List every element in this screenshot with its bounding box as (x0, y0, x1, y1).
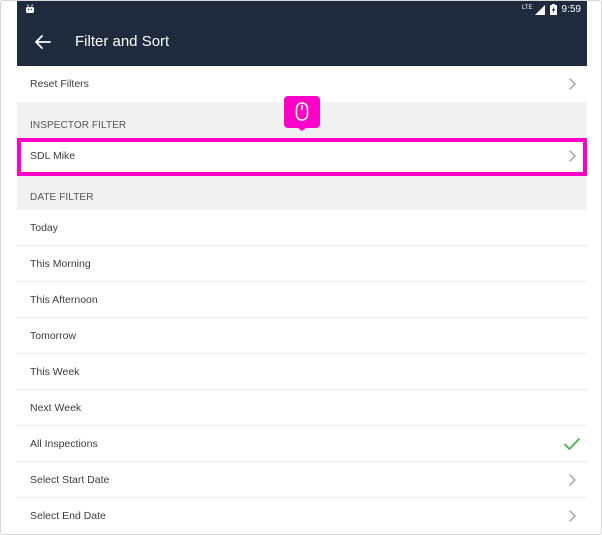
selected-inspector-label: SDL Mike (30, 150, 76, 162)
date-option-label: Next Week (30, 402, 82, 414)
date-option-label: This Afternoon (30, 294, 98, 306)
date-option-this-week[interactable]: This Week (17, 354, 587, 390)
date-option-today[interactable]: Today (17, 210, 587, 246)
date-filter-header: DATE FILTER (17, 174, 587, 210)
back-arrow-icon[interactable] (31, 30, 55, 54)
select-start-date-label: Select Start Date (30, 474, 110, 486)
date-option-this-morning[interactable]: This Morning (17, 246, 587, 282)
select-start-date-row[interactable]: Select Start Date (17, 462, 587, 498)
reset-filters-label: Reset Filters (30, 78, 89, 90)
chevron-right-icon (569, 474, 576, 486)
signal-icon (534, 4, 545, 15)
android-notification-icon (26, 4, 34, 13)
device-frame: LTE 9:59 Filter and Sort Reset Filters I… (0, 0, 602, 535)
battery-charging-icon (549, 4, 557, 15)
chevron-right-icon (569, 510, 576, 522)
inspector-select-row[interactable]: SDL Mike (17, 138, 587, 174)
status-indicators: LTE 9:59 (522, 2, 581, 17)
date-option-label: All Inspections (30, 438, 98, 450)
select-end-date-row[interactable]: Select End Date (17, 498, 587, 534)
checkmark-icon (564, 438, 580, 450)
clock: 9:59 (561, 4, 581, 15)
date-option-next-week[interactable]: Next Week (17, 390, 587, 426)
status-bar: LTE 9:59 (17, 1, 587, 18)
inspector-filter-header: INSPECTOR FILTER (17, 102, 587, 138)
date-option-this-afternoon[interactable]: This Afternoon (17, 282, 587, 318)
select-end-date-label: Select End Date (30, 510, 106, 522)
app-bar: Filter and Sort (17, 18, 587, 66)
page-title: Filter and Sort (75, 33, 170, 50)
date-option-label: This Morning (30, 258, 91, 270)
date-option-tomorrow[interactable]: Tomorrow (17, 318, 587, 354)
filter-list: Reset Filters INSPECTOR FILTER SDL Mike … (17, 66, 587, 534)
date-option-label: This Week (30, 366, 80, 378)
network-type-label: LTE (521, 4, 533, 11)
chevron-right-icon (569, 150, 576, 162)
date-option-all-inspections[interactable]: All Inspections (17, 426, 587, 462)
date-option-label: Tomorrow (30, 330, 77, 342)
date-option-label: Today (30, 222, 59, 234)
reset-filters-row[interactable]: Reset Filters (17, 66, 587, 102)
chevron-right-icon (569, 78, 576, 90)
